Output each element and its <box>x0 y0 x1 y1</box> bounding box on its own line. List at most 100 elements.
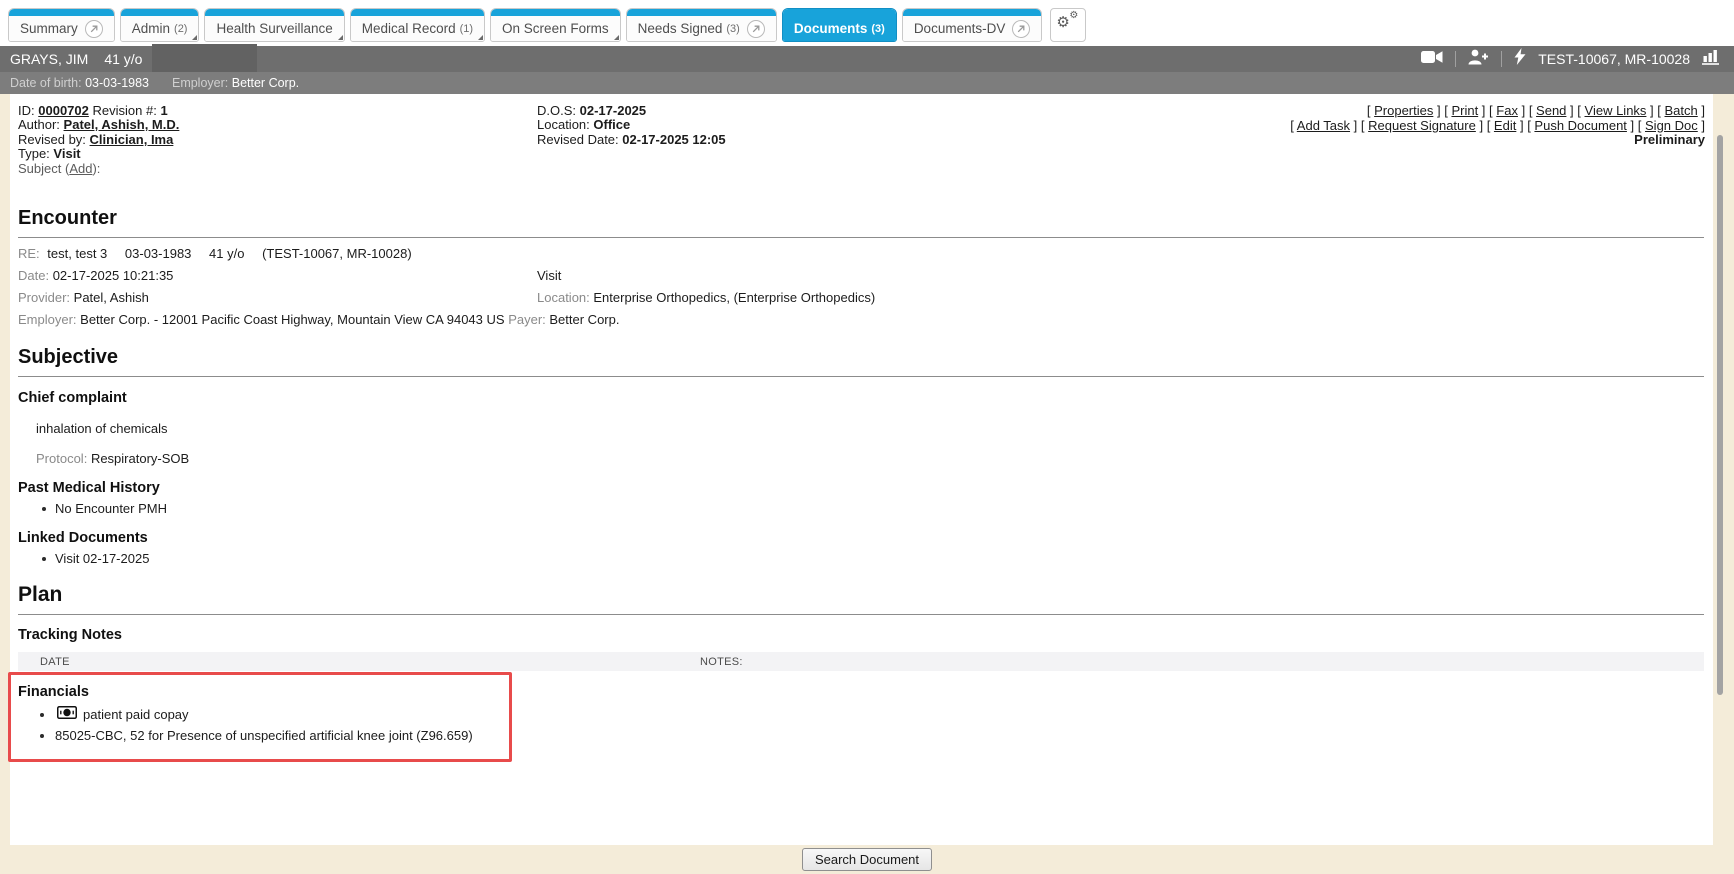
pmh-item: No Encounter PMH <box>55 501 167 516</box>
status-badge: Preliminary <box>1290 133 1705 148</box>
tab-admin[interactable]: Admin (2) <box>120 8 200 42</box>
financials-heading: Financials <box>18 684 89 700</box>
push-document-link[interactable]: Push Document <box>1534 118 1627 133</box>
type-label: Type: <box>18 146 50 161</box>
revised-date-value: 02-17-2025 12:05 <box>622 132 725 147</box>
date-column-header: DATE <box>40 656 70 668</box>
left-margin-strip <box>0 94 10 845</box>
linked-documents-heading: Linked Documents <box>18 530 148 546</box>
revised-by-label: Revised by: <box>18 132 86 147</box>
add-task-link[interactable]: Add Task <box>1297 118 1350 133</box>
tab-accent-bar <box>627 9 776 16</box>
bullet <box>42 557 46 561</box>
dob-label: Date of birth: <box>10 76 82 90</box>
sign-doc-link[interactable]: Sign Doc <box>1645 118 1698 133</box>
tab-label: Documents-DV <box>914 21 1006 36</box>
fax-link[interactable]: Fax <box>1496 103 1518 118</box>
date-label: Date: <box>18 268 49 283</box>
encounter-age: 41 y/o <box>209 246 244 261</box>
circled-arrow-icon[interactable] <box>85 20 103 38</box>
author-label: Author: <box>18 117 60 132</box>
tab-label: Admin <box>132 21 170 36</box>
tab-count-badge: (2) <box>174 23 187 35</box>
revised-date-label: Revised Date: <box>537 132 619 147</box>
subject-label: Subject ( <box>18 161 69 176</box>
section-divider <box>18 376 1704 377</box>
financial-item: 85025-CBC, 52 for Presence of unspecifie… <box>55 728 473 743</box>
lightning-bolt-icon[interactable] <box>1514 48 1526 70</box>
encounter-heading: Encounter <box>18 207 117 230</box>
tab-accent-bar <box>9 9 114 16</box>
divider <box>1455 51 1456 67</box>
tab-summary[interactable]: Summary <box>8 8 115 42</box>
patient-name: GRAYS, JIM <box>10 51 88 67</box>
patient-record-ids: TEST-10067, MR-10028 <box>1538 51 1690 67</box>
tab-accent-bar <box>205 9 343 16</box>
circled-arrow-icon[interactable] <box>1012 20 1030 38</box>
bullet <box>40 713 44 717</box>
tab-accent-bar <box>903 9 1042 16</box>
edit-link[interactable]: Edit <box>1494 118 1516 133</box>
patient-age: 41 y/o <box>104 51 142 67</box>
encounter-patient: test, test 3 <box>47 246 107 261</box>
type-value: Visit <box>53 146 80 161</box>
divider <box>1501 51 1502 67</box>
properties-link[interactable]: Properties <box>1374 103 1433 118</box>
linked-document-item: Visit 02-17-2025 <box>55 551 149 566</box>
revised-by-link[interactable]: Clinician, Ima <box>90 132 174 147</box>
dos-label: D.O.S: <box>537 103 576 118</box>
search-document-button[interactable]: Search Document <box>802 848 932 871</box>
section-divider <box>18 614 1704 615</box>
scrollbar-thumb[interactable] <box>1717 135 1723 695</box>
banner-selected-segment <box>152 44 257 74</box>
patient-demographics-bar: Date of birth: 03-03-1983 Employer: Bett… <box>0 72 1734 94</box>
employer-value: Better Corp. <box>232 76 299 90</box>
tab-medical-record[interactable]: Medical Record (1) <box>350 8 485 42</box>
send-link[interactable]: Send <box>1536 103 1566 118</box>
tab-count-badge: (3) <box>726 23 739 35</box>
subject-label-suffix: ): <box>92 161 100 176</box>
tab-documents[interactable]: Documents (3) <box>782 8 897 42</box>
batch-link[interactable]: Batch <box>1665 103 1698 118</box>
tracking-notes-header-row: DATE NOTES: <box>18 652 1704 671</box>
encounter-dob: 03-03-1983 <box>125 246 192 261</box>
encounter-employer-value: Better Corp. - 12001 Pacific Coast Highw… <box>80 312 504 327</box>
subject-add-link[interactable]: Add <box>69 161 92 176</box>
scrollbar-track[interactable] <box>1713 94 1734 845</box>
tab-bar: Summary Admin (2) Health Surveillance Me… <box>0 0 1734 46</box>
tab-accent-bar <box>351 9 484 16</box>
provider-label: Provider: <box>18 290 70 305</box>
actions-row-1: [ Properties ] [ Print ] [ Fax ] [ Send … <box>1290 104 1705 119</box>
dob-value: 03-03-1983 <box>85 76 149 90</box>
encounter-location-value: Enterprise Orthopedics, (Enterprise Orth… <box>593 290 875 305</box>
print-link[interactable]: Print <box>1451 103 1478 118</box>
tab-health-surveillance[interactable]: Health Surveillance <box>204 8 344 42</box>
revision-label: Revision #: <box>93 103 157 118</box>
encounter-employer-label: Employer: <box>18 312 77 327</box>
employer-label: Employer: <box>172 76 228 90</box>
re-label: RE: <box>18 246 40 261</box>
settings-gears-button[interactable]: ⚙ ⚙ <box>1050 8 1086 42</box>
view-links-link[interactable]: View Links <box>1585 103 1647 118</box>
bar-chart-icon[interactable] <box>1702 48 1721 70</box>
tab-label: Documents <box>794 21 868 36</box>
tab-on-screen-forms[interactable]: On Screen Forms <box>490 8 621 42</box>
tab-needs-signed[interactable]: Needs Signed (3) <box>626 8 777 42</box>
video-camera-icon[interactable] <box>1421 50 1443 69</box>
request-signature-link[interactable]: Request Signature <box>1368 118 1476 133</box>
actions-row-2: [ Add Task ] [ Request Signature ] [ Edi… <box>1290 119 1705 134</box>
banknote-icon <box>57 706 77 724</box>
tab-label: On Screen Forms <box>502 21 609 36</box>
revision-value: 1 <box>160 103 167 118</box>
payer-label: Payer: <box>508 312 546 327</box>
circled-arrow-icon[interactable] <box>747 20 765 38</box>
person-add-icon[interactable] <box>1468 49 1489 70</box>
doc-id-link[interactable]: 0000702 <box>38 103 89 118</box>
author-link[interactable]: Patel, Ashish, M.D. <box>64 117 180 132</box>
tab-accent-bar <box>783 9 896 16</box>
dos-value: 02-17-2025 <box>580 103 647 118</box>
footer-bar: Search Document <box>0 845 1734 874</box>
document-view: ID: 0000702 Revision #: 1 Author: Patel,… <box>10 94 1713 845</box>
tab-documents-dv[interactable]: Documents-DV <box>902 8 1043 42</box>
doc-id-label: ID: <box>18 103 35 118</box>
